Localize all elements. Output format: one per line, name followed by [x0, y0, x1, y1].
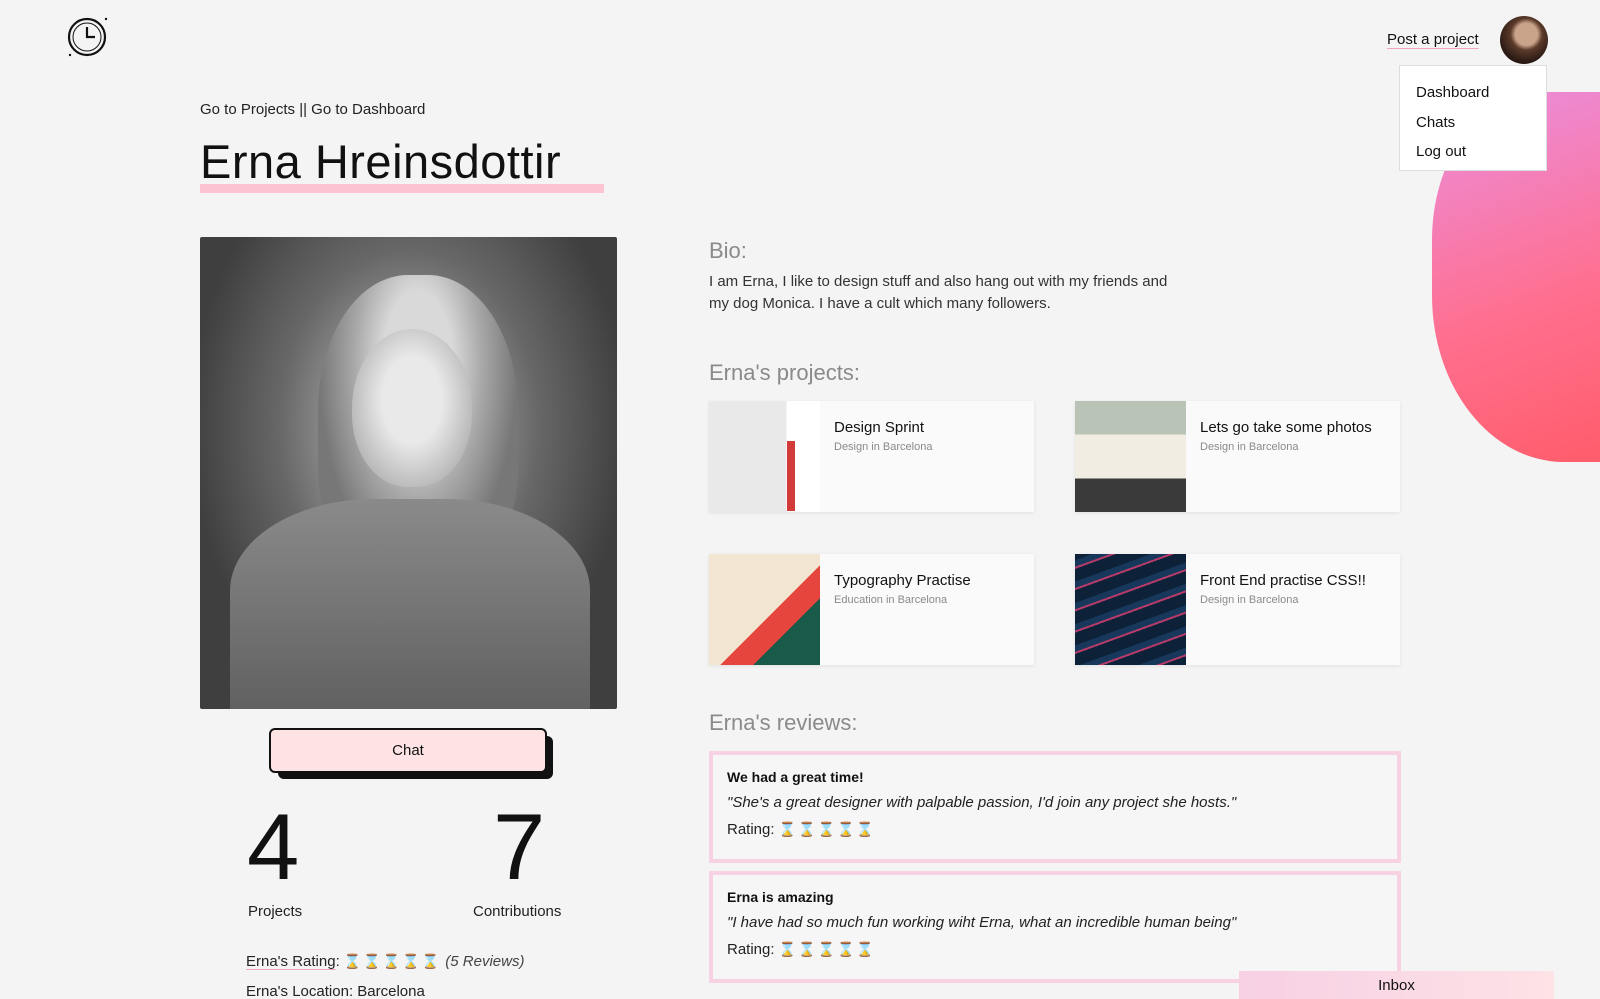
project-title: Design Sprint: [834, 419, 925, 436]
photo-body-shape: [230, 499, 590, 709]
project-subtitle: Design in Barcelona: [1200, 441, 1299, 453]
project-thumbnail: [1075, 554, 1186, 665]
project-title: Lets go take some photos: [1200, 419, 1372, 436]
project-thumbnail: [709, 401, 820, 512]
projects-count: 4: [247, 794, 300, 899]
photo-face-shape: [352, 329, 472, 487]
reviews-title: Erna's reviews:: [709, 710, 858, 735]
breadcrumb[interactable]: Go to Projects || Go to Dashboard: [200, 101, 425, 118]
menu-item-chats[interactable]: Chats: [1416, 108, 1546, 138]
menu-item-logout[interactable]: Log out: [1416, 137, 1546, 167]
profile-photo: [200, 237, 617, 709]
projects-title: Erna's projects:: [709, 360, 860, 385]
project-card[interactable]: Lets go take some photos Design in Barce…: [1075, 401, 1400, 512]
contributions-count: 7: [493, 794, 546, 899]
review-card: Erna is amazing "I have had so much fun …: [709, 871, 1401, 983]
project-thumbnail: [1075, 401, 1186, 512]
review-quote: "I have had so much fun working wiht Ern…: [727, 914, 1237, 931]
project-subtitle: Design in Barcelona: [1200, 594, 1299, 606]
avatar[interactable]: [1500, 16, 1548, 64]
contributions-label: Contributions: [473, 903, 562, 920]
inbox-bar[interactable]: Inbox: [1239, 971, 1554, 999]
project-title: Front End practise CSS!!: [1200, 572, 1366, 589]
review-title: Erna is amazing: [727, 889, 834, 905]
post-project-link[interactable]: Post a project: [1387, 31, 1479, 48]
review-rating-label: Rating:: [727, 821, 775, 838]
project-title: Typography Practise: [834, 572, 971, 589]
location-label: Erna's Location: [246, 983, 349, 999]
review-title: We had a great time!: [727, 769, 864, 785]
review-quote: "She's a great designer with palpable pa…: [727, 794, 1237, 811]
project-card[interactable]: Typography Practise Education in Barcelo…: [709, 554, 1034, 665]
project-thumbnail: [709, 554, 820, 665]
chat-button[interactable]: Chat: [269, 728, 547, 773]
bio-title: Bio:: [709, 238, 747, 263]
user-menu-dropdown: Dashboard Chats Log out: [1399, 65, 1547, 171]
rating-row: Erna's Rating: ⌛⌛⌛⌛⌛ (5 Reviews): [246, 953, 525, 970]
projects-label: Projects: [248, 903, 303, 920]
project-subtitle: Design in Barcelona: [834, 441, 933, 453]
location-value: Barcelona: [357, 983, 425, 999]
review-card: We had a great time! "She's a great desi…: [709, 751, 1401, 863]
hourglass-icon: ⌛⌛⌛⌛⌛: [343, 953, 442, 969]
rating-reviews-count: (5 Reviews): [445, 953, 525, 970]
rating-label: Erna's Rating: [246, 953, 336, 970]
clock-logo-icon[interactable]: [66, 15, 110, 59]
hourglass-icon: ⌛⌛⌛⌛⌛: [778, 821, 876, 837]
title-underline: [200, 184, 604, 193]
review-rating: Rating: ⌛⌛⌛⌛⌛: [727, 941, 1383, 958]
hourglass-icon: ⌛⌛⌛⌛⌛: [778, 941, 876, 957]
project-card[interactable]: Design Sprint Design in Barcelona: [709, 401, 1034, 512]
project-card[interactable]: Front End practise CSS!! Design in Barce…: [1075, 554, 1400, 665]
bio-text: I am Erna, I like to design stuff and al…: [709, 273, 1168, 312]
menu-item-dashboard[interactable]: Dashboard: [1416, 78, 1546, 108]
page-title: Erna Hreinsdottir: [200, 135, 562, 188]
location-row: Erna's Location: Barcelona: [246, 983, 425, 999]
review-rating-label: Rating:: [727, 941, 775, 958]
project-subtitle: Education in Barcelona: [834, 594, 948, 606]
review-rating: Rating: ⌛⌛⌛⌛⌛: [727, 821, 1383, 838]
